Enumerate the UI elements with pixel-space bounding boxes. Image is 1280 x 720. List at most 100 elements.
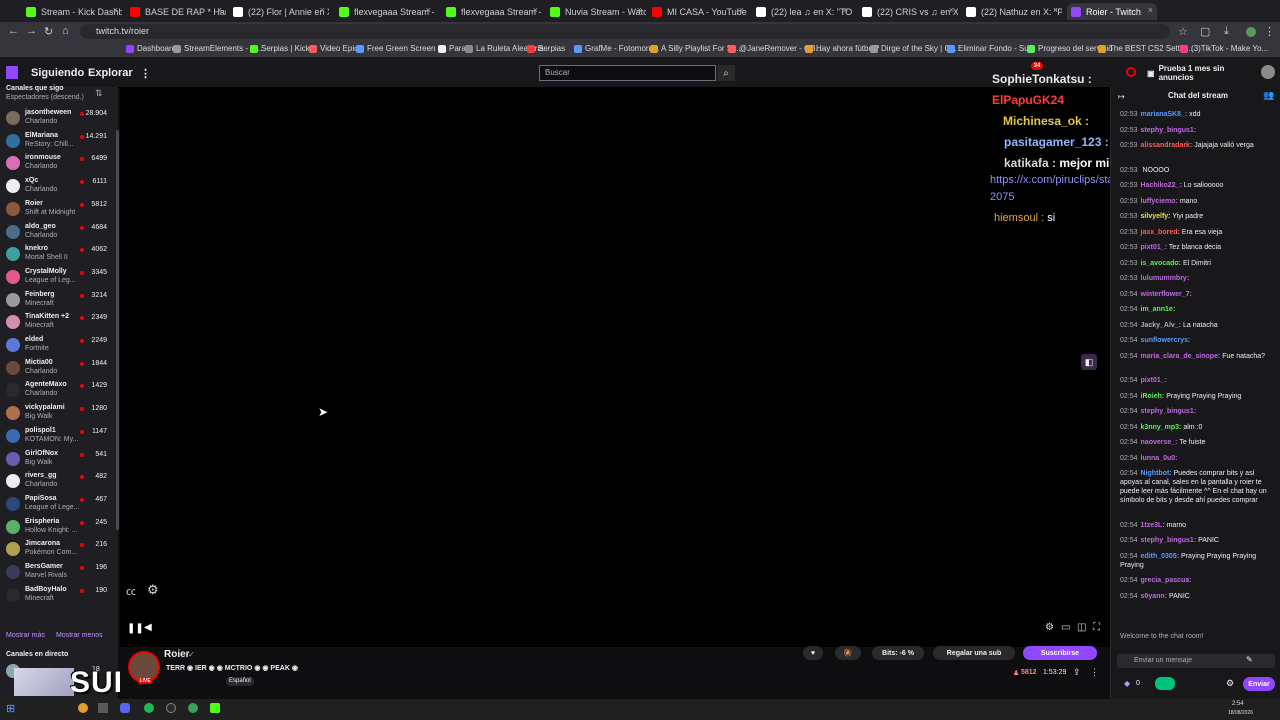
gift-sub-button[interactable]: Regalar una sub	[933, 646, 1015, 660]
sidebar-channel-vickypalami[interactable]: vickypalami Big Walk 1280	[0, 403, 112, 425]
streamer-name[interactable]: Roier	[164, 649, 190, 660]
chat-user[interactable]: sunflowercrys:	[1141, 337, 1191, 344]
nav-following[interactable]: Siguiendo	[31, 67, 84, 79]
discord-icon[interactable]	[120, 703, 130, 713]
sidebar-channel-badboyhalo[interactable]: BadBoyHalo Minecraft 190	[0, 585, 112, 607]
chat-user[interactable]: k3nny_mp3:	[1141, 424, 1182, 431]
spotify-icon[interactable]	[144, 703, 154, 713]
sidebar-scrollbar[interactable]	[116, 130, 119, 530]
clock-time[interactable]: 2:54	[1232, 701, 1244, 707]
tab-close-icon[interactable]: ×	[426, 5, 431, 15]
emote-icon[interactable]: ✎	[1246, 655, 1253, 664]
bookmark-item[interactable]: Free Green Screen -...	[356, 44, 447, 53]
chat-user[interactable]: lunna_0u0:	[1141, 455, 1178, 462]
browser-tab[interactable]: flexvegaaa Stream - Watc×	[335, 3, 435, 20]
start-icon[interactable]: ⊞	[6, 702, 15, 715]
browser-tab[interactable]: MI CASA - YouTube ×	[648, 3, 748, 20]
sidebar-channel-tinakitten2[interactable]: TinaKitten +2 Minecraft 2349	[0, 312, 112, 334]
channel-points-icon[interactable]	[1155, 677, 1175, 690]
bookmark-item[interactable]: The BEST CS2 Settin...	[1098, 44, 1193, 53]
browser-tab[interactable]: flexvegaaa Stream - Watc×	[442, 3, 542, 20]
kick-icon[interactable]	[210, 703, 220, 713]
sidebar-channel-elded[interactable]: elded Fortnite 2249	[0, 335, 112, 357]
taskbar-app-icon[interactable]	[98, 703, 108, 713]
sidebar-channel-polispol1[interactable]: polispol1 KOTAMON: My... 1147	[0, 426, 112, 448]
bits-icon[interactable]: ◆	[1124, 679, 1130, 688]
chat-user[interactable]: stephy_bingus1:	[1141, 408, 1197, 415]
sidebar-channel-erispheria[interactable]: Erispheria Hollow Knight: ... 245	[0, 517, 112, 539]
live-indicator-icon[interactable]	[1126, 67, 1136, 77]
subscribe-button[interactable]: Suscribirse	[1023, 646, 1097, 660]
chat-user[interactable]: is_avocado:	[1141, 260, 1181, 267]
sidebar-channel-crystalmolly[interactable]: CrystalMolly League of Leg... 3345	[0, 267, 112, 289]
chat-settings-icon[interactable]: ⚙	[1226, 678, 1234, 689]
sidebar-channel-aldogeo[interactable]: aldo_geo Charlando 4684	[0, 222, 112, 244]
browser-tab[interactable]: Nuvia Stream - Watch Live×	[546, 3, 646, 20]
chat-user[interactable]: Hachiko22_:	[1141, 182, 1182, 189]
bookmark-item[interactable]: Hay ahora fútbol?	[805, 44, 879, 53]
tab-close-icon[interactable]: ×	[320, 5, 325, 15]
chat-user[interactable]: grecia_pascua:	[1141, 577, 1192, 584]
chat-user[interactable]: naoverse_:	[1141, 439, 1178, 446]
reload-icon[interactable]: ↻	[44, 25, 53, 38]
browser-tab[interactable]: BASE DE RAP * Hardcore×	[126, 3, 226, 20]
tab-close-icon[interactable]: ×	[637, 5, 642, 15]
send-button[interactable]: Enviar	[1243, 677, 1275, 691]
tab-close-icon[interactable]: ×	[949, 5, 954, 15]
fullscreen-icon[interactable]: ⛶	[1093, 622, 1100, 633]
bookmark-item[interactable]: Eliminar Fondo - Su...	[947, 44, 1035, 53]
tab-close-icon[interactable]: ×	[1053, 5, 1058, 15]
download-icon[interactable]: ⤓	[1224, 25, 1229, 38]
sidebar-channel-roier[interactable]: Roier Shift at Midnight 5812	[0, 199, 112, 221]
video-player[interactable]	[120, 87, 1110, 647]
sidebar-channel-ironmouse[interactable]: ironmouse Charlando 6499	[0, 153, 112, 175]
chat-user[interactable]: jaxx_bored:	[1141, 229, 1180, 236]
follow-heart-icon[interactable]: ♥	[803, 646, 823, 660]
bookmark-item[interactable]: StreamElements - S...	[173, 44, 262, 53]
show-less-link[interactable]: Mostrar menos	[56, 632, 103, 639]
browser-tab[interactable]: (22) lea ♫ en X: "TOCA×	[752, 3, 852, 20]
notification-bell-icon[interactable]: 🔕	[835, 646, 861, 660]
bookmark-star-icon[interactable]: ☆	[1178, 25, 1188, 38]
tab-close-icon[interactable]: ×	[217, 5, 222, 15]
sidebar-channel-mictia00[interactable]: Mictia00 Charlando 1844	[0, 358, 112, 380]
bookmark-item[interactable]: Video Epico	[309, 44, 363, 53]
sidebar-channel-jasontheween[interactable]: jasontheween Charlando 28.904	[0, 108, 112, 130]
menu-icon[interactable]: ⋮	[1264, 25, 1275, 38]
bookmark-item[interactable]: (3)TikTok - Make Yo...	[1180, 44, 1268, 53]
sidebar-channel-jimcarona[interactable]: Jimcarona Pokémon Com... 216	[0, 539, 112, 561]
forward-icon[interactable]: →	[26, 25, 37, 37]
chat-user[interactable]: 1tze3L:	[1141, 522, 1165, 529]
sidebar-channel-elmariana[interactable]: ElMariana ReStory: Chill... 14.291	[0, 131, 112, 153]
chat-user[interactable]: stephy_bingus1:	[1141, 537, 1197, 544]
chat-user[interactable]: alissandradark:	[1141, 142, 1193, 149]
bookmark-item[interactable]: Dirge of the Sky | C...	[870, 44, 957, 53]
bookmark-item[interactable]: Serpias | Kick	[250, 44, 310, 53]
chat-user[interactable]: im_ann1e:	[1141, 306, 1176, 313]
bits-button[interactable]: Bits: -6 %	[872, 646, 924, 660]
profile-avatar[interactable]	[1246, 27, 1256, 37]
chat-user[interactable]: lulumummbry:	[1141, 275, 1190, 282]
chat-user[interactable]: marianaSK8_:	[1141, 111, 1188, 118]
twitch-logo[interactable]	[6, 66, 18, 79]
user-avatar[interactable]	[1261, 65, 1275, 79]
chat-user[interactable]: silvyelfy:	[1141, 213, 1171, 220]
captions-icon[interactable]: ㏄	[126, 583, 136, 598]
sidebar-channel-knekro[interactable]: knekro Mortal Shell II 4062	[0, 244, 112, 266]
nav-more-icon[interactable]: ⋮	[140, 67, 151, 80]
chat-user[interactable]: Jacky_Alv_:	[1141, 322, 1181, 329]
taskbar-app-icon[interactable]	[188, 703, 198, 713]
sidebar-channel-bersgamer[interactable]: BersGamer Marvel Rivals 196	[0, 562, 112, 584]
chat-user[interactable]: maria_clara_de_sinope:	[1141, 353, 1221, 360]
chat-users-icon[interactable]: 👥	[1263, 90, 1274, 101]
settings-gear-icon[interactable]: ⚙	[147, 582, 159, 598]
chat-user[interactable]: pixt01_:	[1141, 377, 1167, 384]
search-icon[interactable]: ⌕	[717, 65, 735, 81]
tab-close-icon[interactable]: ×	[113, 5, 118, 15]
nav-explore[interactable]: Explorar	[88, 67, 133, 79]
extensions-icon[interactable]: ▢	[1200, 25, 1210, 38]
theater-toggle-icon[interactable]: ◧	[1081, 354, 1097, 370]
sidebar-channel-papisosa[interactable]: PapiSosa League of Lege... 467	[0, 494, 112, 516]
more-options-icon[interactable]: ⋮	[1090, 667, 1099, 678]
url-field[interactable]: twitch.tv/roier	[80, 24, 1170, 39]
